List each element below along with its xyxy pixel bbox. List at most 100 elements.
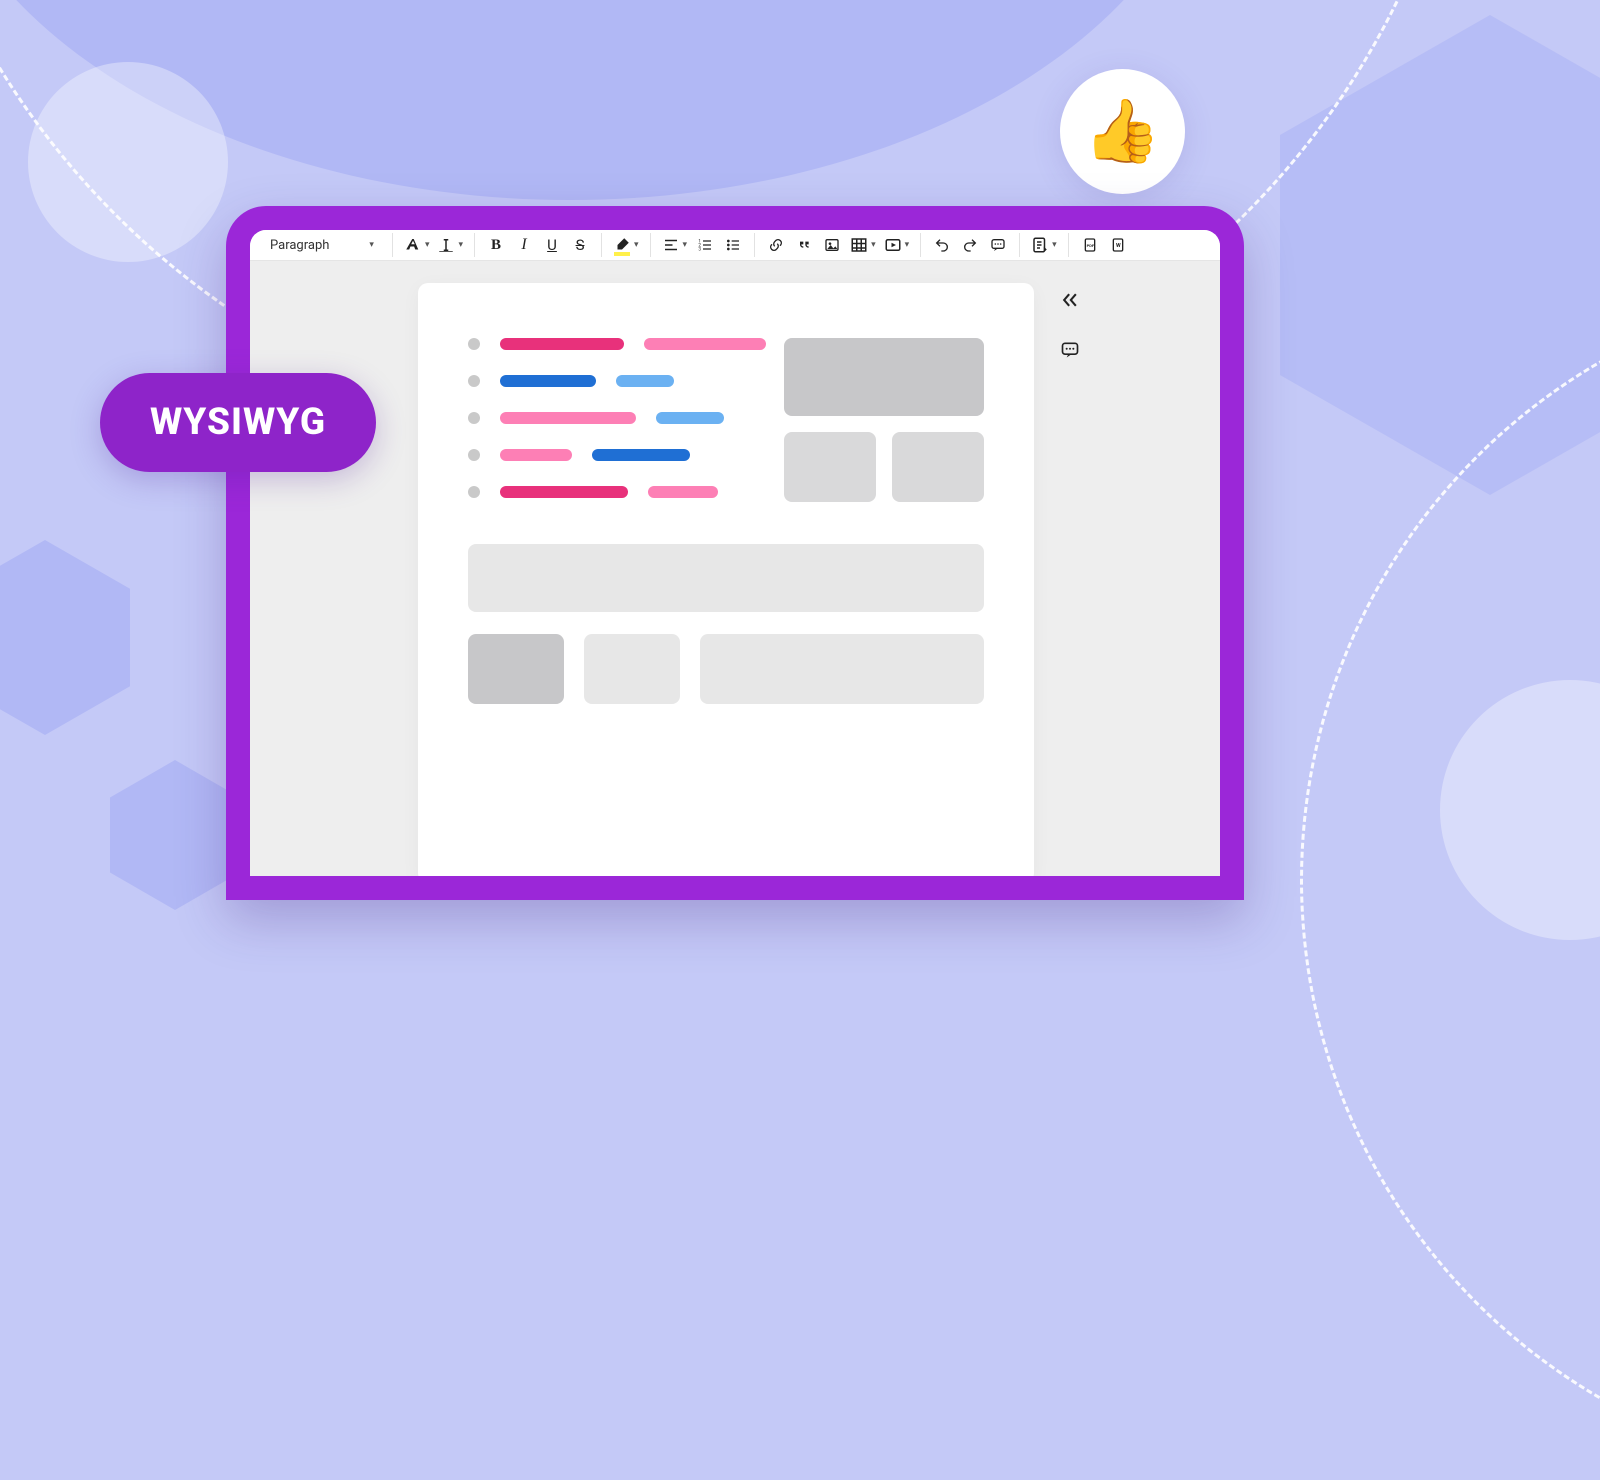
font-size-icon [404,236,422,254]
text-bar [500,412,636,424]
editor-body [250,261,1220,876]
track-changes-button[interactable]: ▾ [1028,230,1060,260]
toolbar-separator [754,233,755,257]
document-page[interactable] [418,283,1034,876]
bullet-row [468,338,766,350]
redo-icon [962,237,978,253]
bullet-row [468,412,766,424]
svg-text:PDF: PDF [1086,243,1094,248]
track-changes-icon [1031,236,1049,254]
image-icon [824,237,840,253]
pdf-icon: PDF [1082,237,1098,253]
word-icon: W [1110,237,1126,253]
align-icon [662,236,680,254]
highlight-button[interactable]: ▾ [610,230,642,260]
block-placeholder [700,634,984,704]
editor-window-frame: Paragraph ▾ ▾ ▾ B I U S ▾ [226,206,1244,900]
chevron-down-icon: ▾ [458,240,463,250]
bold-button[interactable]: B [483,230,509,260]
chevron-down-icon: ▾ [683,240,688,250]
text-bar [500,338,624,350]
bg-hexagon [110,760,240,910]
media-button[interactable]: ▾ [881,230,913,260]
chevron-down-icon: ▾ [1052,240,1057,250]
text-bar [500,486,628,498]
toolbar-separator [650,233,651,257]
comment-icon [1060,340,1080,360]
bullet-row [468,449,766,461]
text-bar [500,375,596,387]
quote-icon [796,237,812,253]
block-format-select[interactable]: Paragraph ▾ [260,230,384,260]
bg-hexagon [0,540,130,735]
bulleted-list-button[interactable] [720,230,746,260]
export-pdf-button[interactable]: PDF [1077,230,1103,260]
export-word-button[interactable]: W [1105,230,1131,260]
side-toolbar [1050,283,1090,876]
toolbar-separator [1068,233,1069,257]
align-button[interactable]: ▾ [659,230,691,260]
wysiwyg-badge: WYSIWYG [100,373,376,472]
collapse-panel-button[interactable] [1057,289,1083,311]
chevron-down-icon: ▾ [369,240,374,250]
double-chevron-left-icon [1060,290,1080,310]
image-button[interactable] [819,230,845,260]
link-icon [768,237,784,253]
thumbnail-row [468,634,984,704]
italic-button[interactable]: I [511,230,537,260]
block-format-label: Paragraph [270,238,329,253]
comment-button[interactable] [985,230,1011,260]
font-family-icon [437,236,455,254]
toolbar-separator [601,233,602,257]
link-button[interactable] [763,230,789,260]
text-bar [500,449,572,461]
highlight-icon [613,236,631,254]
block-placeholder [584,634,680,704]
image-placeholder [784,432,876,502]
font-size-button[interactable]: ▾ [401,230,433,260]
toolbar-separator [474,233,475,257]
bg-circle [28,62,228,262]
table-icon [850,236,868,254]
svg-text:3: 3 [698,246,701,252]
bulleted-list-icon [725,237,741,253]
media-icon [884,236,902,254]
toolbar-separator [392,233,393,257]
text-bar [592,449,690,461]
image-placeholder [468,634,564,704]
strikethrough-button[interactable]: S [567,230,593,260]
toolbar-separator [1019,233,1020,257]
undo-button[interactable] [929,230,955,260]
numbered-list-button[interactable]: 123 [692,230,718,260]
chevron-down-icon: ▾ [905,240,910,250]
bullet-list-mock [468,338,766,502]
wysiwyg-label: WYSIWYG [150,401,326,444]
bullet-dot [468,449,480,461]
comment-icon [990,237,1006,253]
svg-text:W: W [1116,243,1121,249]
bullet-dot [468,412,480,424]
text-bar [644,338,766,350]
image-placeholder [892,432,984,502]
bullet-dot [468,338,480,350]
bullet-row [468,486,766,498]
bullet-dot [468,486,480,498]
editor-window: Paragraph ▾ ▾ ▾ B I U S ▾ [250,230,1220,876]
text-bar [656,412,724,424]
undo-icon [934,237,950,253]
text-bar [648,486,718,498]
thumbs-up-icon: 👍 [1084,95,1161,168]
table-button[interactable]: ▾ [847,230,879,260]
paragraph-placeholder [468,544,984,612]
bullet-dot [468,375,480,387]
image-placeholder-group [784,338,984,502]
font-family-button[interactable]: ▾ [434,230,466,260]
underline-button[interactable]: U [539,230,565,260]
comments-panel-button[interactable] [1057,339,1083,361]
redo-button[interactable] [957,230,983,260]
chevron-down-icon: ▾ [634,240,639,250]
thumbs-up-badge: 👍 [1060,69,1185,194]
blockquote-button[interactable] [791,230,817,260]
image-placeholder [784,338,984,416]
chevron-down-icon: ▾ [425,240,430,250]
